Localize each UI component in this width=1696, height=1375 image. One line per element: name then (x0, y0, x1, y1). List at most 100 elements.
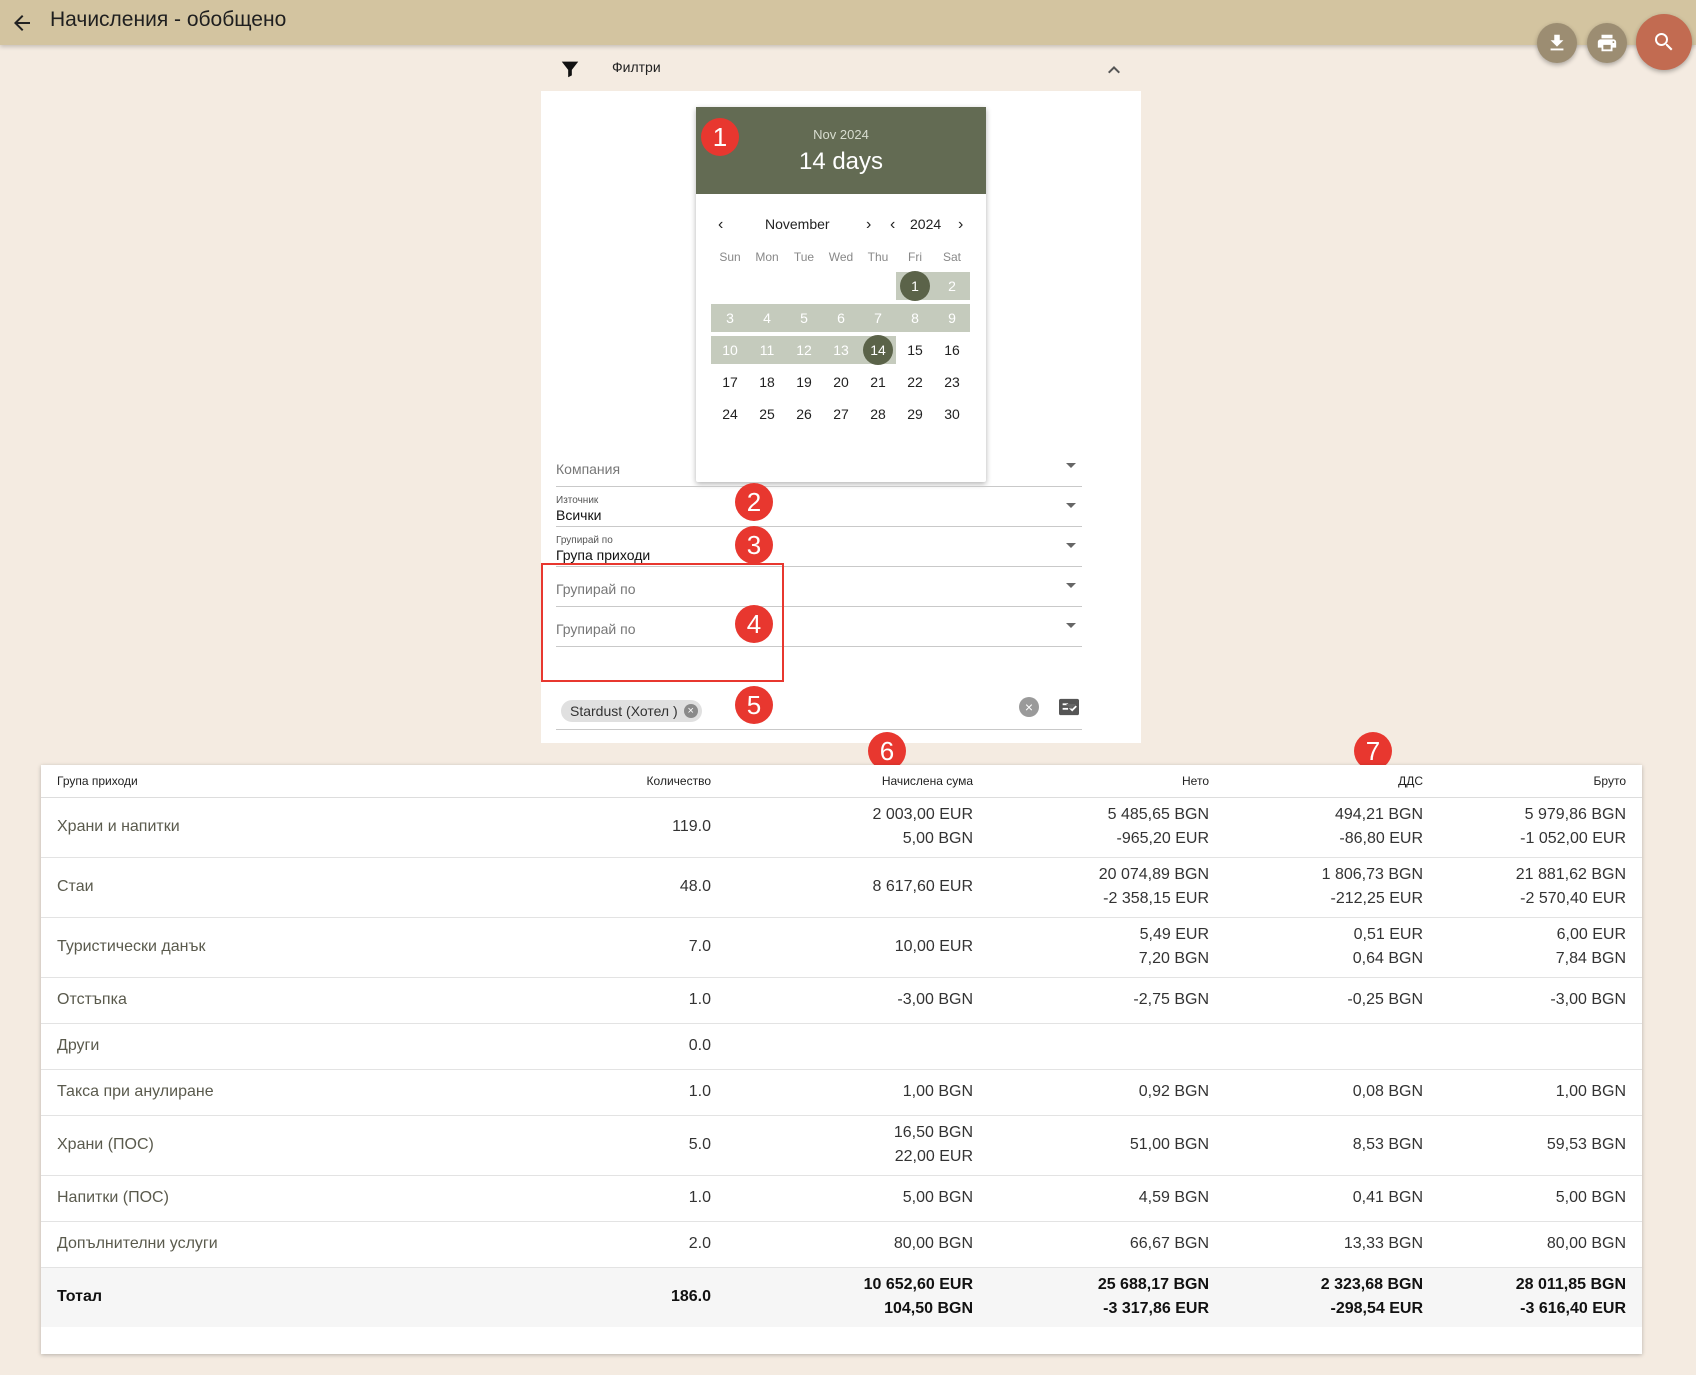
table-row: Храни и напитки 119.0 2 003,00 EUR 5,00 BGN… (41, 797, 1642, 858)
header-vat[interactable]: ДДС (1227, 765, 1447, 798)
property-chip[interactable]: Stardust (Хотел ) × (561, 700, 702, 722)
cell-charged: 8 617,60 EUR (741, 857, 991, 918)
amount-line: 0,41 BGN (1352, 1189, 1423, 1206)
calendar-day[interactable]: 17 (712, 368, 748, 396)
weekday-label: Wed (828, 250, 854, 264)
header-charged-amount[interactable]: Начислена сума (741, 765, 991, 798)
next-year-icon[interactable]: › (958, 216, 963, 234)
calendar-day[interactable]: 27 (823, 400, 859, 428)
calendar-day[interactable]: 16 (934, 336, 970, 364)
cell-quantity: 1.0 (441, 977, 741, 1024)
next-month-icon[interactable]: › (866, 216, 871, 234)
cell-revenue-group: Други (41, 1023, 441, 1070)
source-select[interactable]: Източник Всички (556, 487, 1082, 527)
calendar-day[interactable]: 30 (934, 400, 970, 428)
weekday-label: Tue (793, 250, 815, 264)
dropdown-arrow-icon (1066, 583, 1076, 588)
search-button[interactable] (1636, 14, 1692, 70)
calendar-day[interactable]: 15 (897, 336, 933, 364)
cell-gross: 5 979,86 BGN -1 052,00 EUR (1447, 797, 1642, 858)
table-row: Допълнителни услуги 2.0 80,00 BGN 66,67 BGN… (41, 1221, 1642, 1268)
calendar-day[interactable]: 23 (934, 368, 970, 396)
cell-vat: 0,51 EUR 0,64 BGN (1227, 917, 1447, 978)
amount-line: 5,00 BGN (902, 1189, 973, 1206)
calendar-day[interactable]: 7 (860, 304, 896, 332)
header-gross[interactable]: Бруто (1447, 765, 1642, 798)
property-multiselect[interactable]: Stardust (Хотел ) × × (556, 684, 1082, 730)
calendar-day[interactable]: 10 (712, 336, 748, 364)
calendar-day[interactable]: 2 (934, 272, 970, 300)
calendar-day[interactable]: 6 (823, 304, 859, 332)
header-revenue-group[interactable]: Група приходи (41, 765, 441, 798)
calendar-day-number: 20 (833, 374, 849, 390)
weekday-label: Fri (908, 250, 922, 264)
cell-revenue-group: Отстъпка (41, 977, 441, 1024)
group-by-select-1[interactable]: Групирай по Група приходи (556, 527, 1082, 567)
calendar-day[interactable]: 22 (897, 368, 933, 396)
weekday-label: Sun (719, 250, 741, 264)
calendar-day[interactable]: 18 (749, 368, 785, 396)
calendar-day-number: 22 (907, 374, 923, 390)
calendar-day[interactable]: 12 (786, 336, 822, 364)
calendar-day-number: 10 (722, 342, 738, 358)
calendar-day[interactable]: 1 (897, 271, 933, 301)
calendar-day[interactable]: 9 (934, 304, 970, 332)
filters-header[interactable]: Филтри (541, 50, 1141, 92)
header-quantity[interactable]: Количество (441, 765, 741, 798)
datepicker-month[interactable]: November (765, 216, 830, 232)
clear-icon[interactable]: × (1019, 697, 1039, 717)
datepicker-navigation: ‹ November › ‹ 2024 › (696, 206, 986, 246)
chip-remove-icon[interactable]: × (683, 704, 698, 718)
calendar-day[interactable]: 25 (749, 400, 785, 428)
prev-month-icon[interactable]: ‹ (718, 216, 723, 234)
amount-line: 1,00 BGN (902, 1083, 973, 1100)
cell-revenue-group: Тотал (41, 1267, 441, 1327)
calendar-day[interactable]: 19 (786, 368, 822, 396)
calendar-day[interactable]: 14 (860, 335, 896, 365)
amount-line: 4,59 BGN (1138, 1189, 1209, 1206)
print-button[interactable] (1587, 23, 1627, 63)
calendar-day[interactable]: 26 (786, 400, 822, 428)
company-select[interactable]: Компания (556, 447, 1082, 487)
dropdown-arrow-icon (1066, 543, 1076, 548)
back-arrow-icon[interactable] (6, 7, 38, 39)
charges-summary-table: Група приходи Количество Начислена сума … (41, 765, 1642, 1354)
header-net[interactable]: Нето (991, 765, 1227, 798)
calendar-day[interactable]: 21 (860, 368, 896, 396)
calendar-day-number: 16 (944, 342, 960, 358)
cell-net: 25 688,17 BGN -3 317,86 EUR (991, 1267, 1227, 1327)
cell-charged: 16,50 BGN 22,00 EUR (741, 1115, 991, 1176)
cell-revenue-group: Напитки (ПОС) (41, 1175, 441, 1222)
chevron-up-icon[interactable] (1102, 58, 1126, 82)
amount-line: -0,25 BGN (1347, 991, 1423, 1008)
datepicker-year[interactable]: 2024 (910, 216, 941, 232)
calendar-day[interactable]: 24 (712, 400, 748, 428)
group-by-label: Групирай по (556, 535, 613, 546)
download-button[interactable] (1537, 23, 1577, 63)
dropdown-arrow-icon (1066, 463, 1076, 468)
calendar-day-number: 15 (907, 342, 923, 358)
dropdown-arrow-icon[interactable] (1066, 704, 1076, 709)
calendar-day-number: 23 (944, 374, 960, 390)
calendar-day[interactable]: 8 (897, 304, 933, 332)
prev-year-icon[interactable]: ‹ (890, 216, 895, 234)
calendar-day[interactable]: 11 (749, 336, 785, 364)
calendar-day[interactable]: 20 (823, 368, 859, 396)
amount-line: -298,54 EUR (1330, 1300, 1424, 1318)
calendar-day-number: 25 (759, 406, 775, 422)
calendar-day[interactable]: 5 (786, 304, 822, 332)
calendar-day-number: 17 (722, 374, 738, 390)
calendar-day[interactable]: 29 (897, 400, 933, 428)
calendar-day-number: 21 (870, 374, 886, 390)
calendar-day[interactable]: 3 (712, 304, 748, 332)
amount-line: 1,00 BGN (1555, 1083, 1626, 1100)
calendar-day-number: 3 (726, 310, 734, 326)
table-row: Отстъпка 1.0 -3,00 BGN -2,75 BGN -0,25 BGN -3… (41, 977, 1642, 1024)
cell-revenue-group: Храни (ПОС) (41, 1115, 441, 1176)
datepicker-header: Nov 2024 14 days (696, 107, 986, 194)
calendar-day[interactable]: 4 (749, 304, 785, 332)
amount-line: 5 979,86 BGN (1524, 806, 1626, 823)
calendar-day[interactable]: 28 (860, 400, 896, 428)
search-icon (1655, 33, 1673, 51)
calendar-day[interactable]: 13 (823, 336, 859, 364)
